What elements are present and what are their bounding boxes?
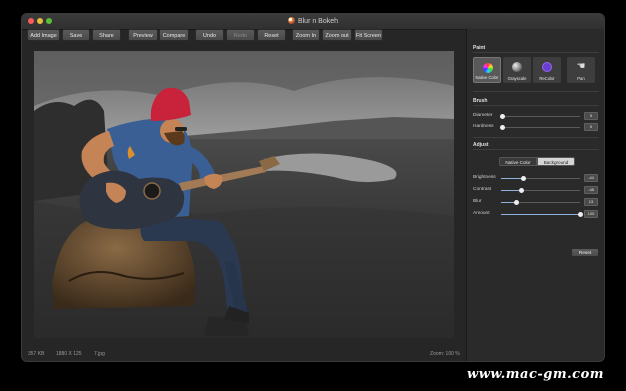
right-panel: Paint Native Color Grayscale ReColor ☚ P… [466,29,604,361]
hand-icon: ☚ [576,61,586,72]
save-button[interactable]: Save [62,29,90,41]
diameter-value-field[interactable]: 5 [584,112,598,120]
grayscale-tool-button[interactable]: Grayscale [503,57,531,83]
recolor-circle-icon [542,62,552,72]
paint-section-title: Paint [473,45,486,51]
amount-label: Amount [473,211,490,216]
blur-label: Blur [473,199,482,204]
pan-tool-label: Pan [577,76,585,81]
app-window: Blur n Bokeh Add Image Save Share Previe… [22,14,604,361]
status-bar: 357 KB 1880 X 125 7.jpg Zoom: 100 % [22,348,466,361]
adjust-section-title: Adjust [473,142,489,148]
native-color-tab[interactable]: Native Color [499,157,537,166]
undo-button[interactable]: Undo [195,29,224,41]
brightness-label: Brightness [473,175,496,180]
brush-divider [473,105,599,106]
title-bar[interactable]: Blur n Bokeh [22,14,604,30]
contrast-slider[interactable] [501,188,580,193]
grayscale-sphere-icon [512,62,522,72]
amount-slider[interactable] [501,212,583,217]
recolor-tool-label: ReColor [539,76,555,81]
zoom-in-button[interactable]: Zoom In [292,29,320,41]
file-size-label: 357 KB [28,351,45,357]
amount-slider-thumb[interactable] [577,212,583,217]
redo-button[interactable]: Redo [226,29,255,41]
blur-slider-thumb[interactable] [514,200,520,205]
adjust-divider [473,149,599,150]
amount-slider-fill [501,214,580,215]
reset-toolbar-button[interactable]: Reset [257,29,286,41]
hardness-label: Hardness [473,124,494,129]
contrast-value-field[interactable]: -48 [584,186,598,194]
window-title: Blur n Bokeh [297,18,339,25]
image-dimensions-label: 1880 X 125 [56,351,82,357]
contrast-label: Contrast [473,187,492,192]
contrast-slider-thumb[interactable] [519,188,525,193]
native-color-tool-button[interactable]: Native Color [473,57,501,83]
preview-button[interactable]: Preview [128,29,158,41]
diameter-label: Diameter [473,113,493,118]
brightness-slider-thumb[interactable] [520,176,526,181]
diameter-slider[interactable] [500,114,580,119]
brightness-slider-fill [501,178,524,179]
compare-button[interactable]: Compare [159,29,189,41]
hardness-value-field[interactable]: 5 [584,123,598,131]
brush-divider-top [473,91,599,92]
zoom-out-button[interactable]: Zoom out [322,29,352,41]
amount-value-field[interactable]: 100 [584,210,598,218]
zoom-level-label: Zoom: 100 % [430,351,460,357]
fit-screen-button[interactable]: Fit Screen [354,29,383,41]
recolor-tool-button[interactable]: ReColor [533,57,561,83]
pan-tool-button[interactable]: ☚ Pan [567,57,595,83]
grayscale-tool-label: Grayscale [507,76,527,81]
image-canvas[interactable] [34,51,454,338]
hardness-slider-thumb[interactable] [500,125,506,130]
blur-value-field[interactable]: 13 [584,198,598,206]
watermark: www.mac-gm.com [467,367,604,382]
hardness-slider[interactable] [500,125,580,130]
background-tab[interactable]: Background [537,157,575,166]
reset-button[interactable]: Reset [571,248,599,257]
adjust-divider-top [473,137,599,138]
app-icon [287,17,295,24]
brightness-slider[interactable] [501,176,580,181]
share-button[interactable]: Share [92,29,121,41]
brightness-value-field[interactable]: -44 [584,174,598,182]
file-name-label: 7.jpg [94,351,105,357]
native-color-tool-label: Native Color [475,75,499,80]
edited-photo [34,51,454,338]
paint-divider [473,52,599,53]
color-wheel-icon [483,63,493,73]
brush-section-title: Brush [473,98,488,104]
add-image-button[interactable]: Add Image [27,29,60,41]
blur-slider[interactable] [501,200,580,205]
diameter-slider-thumb[interactable] [500,114,506,119]
window-title-area: Blur n Bokeh [22,14,604,29]
